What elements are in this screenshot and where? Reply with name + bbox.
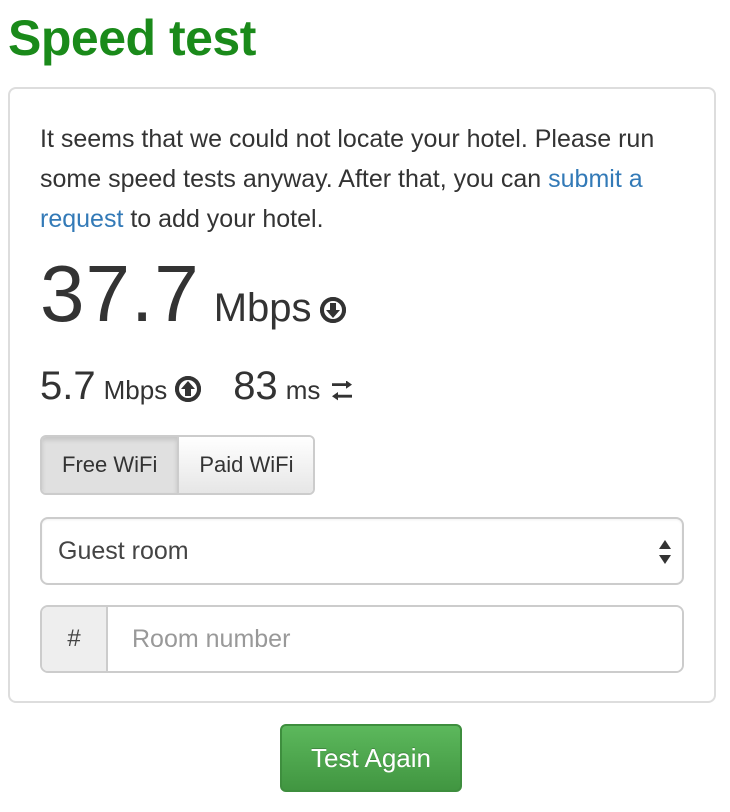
room-number-group: # [40,605,684,673]
upload-speed-unit: Mbps [103,375,168,405]
speed-test-panel: It seems that we could not locate your h… [8,87,716,703]
ping-value: 83 [233,364,278,408]
intro-text: It seems that we could not locate your h… [40,119,690,239]
exchange-arrows-icon [330,380,354,401]
page-title: Speed test [8,10,256,66]
location-select-value: Guest room [58,537,189,565]
test-again-button[interactable]: Test Again [280,724,462,792]
select-updown-icon [658,539,672,565]
hash-addon: # [42,607,108,671]
download-result: 37.7 Mbps [40,249,346,339]
upload-speed-value: 5.7 [40,364,96,408]
ping-unit: ms [285,375,321,405]
download-speed-value: 37.7 [40,249,200,338]
location-select[interactable]: Guest room [40,517,684,585]
paid-wifi-button[interactable]: Paid WiFi [177,437,314,493]
wifi-type-toggle: Free WiFi Paid WiFi [40,435,316,495]
intro-text-after: to add your hotel. [123,205,324,233]
download-speed-unit: Mbps [213,286,312,330]
free-wifi-button[interactable]: Free WiFi [42,437,178,493]
upload-ping-results: 5.7 Mbps 83 ms [40,361,354,411]
arrow-circle-down-icon [319,297,346,323]
arrow-circle-up-icon [175,376,202,402]
room-number-input[interactable] [108,607,682,671]
